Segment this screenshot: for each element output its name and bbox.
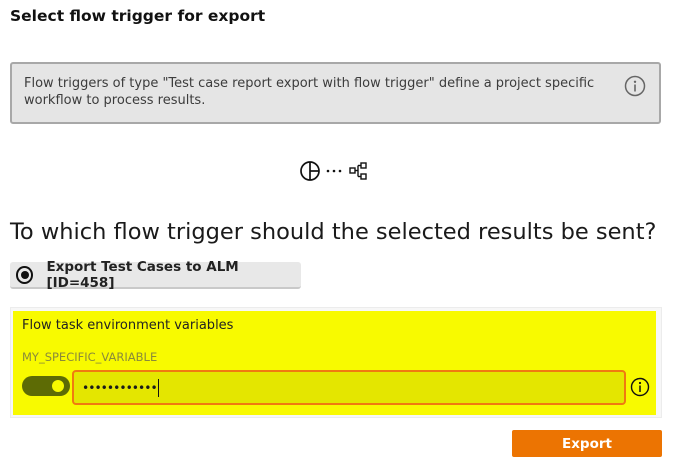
radio-dot <box>20 270 29 279</box>
report-icon <box>300 161 320 181</box>
variable-value-input[interactable]: •••••••••••• <box>72 370 626 405</box>
toggle-knob <box>52 380 64 392</box>
info-box: Flow triggers of type "Test case report … <box>10 62 661 124</box>
radio-selected-icon[interactable] <box>16 265 34 284</box>
info-text: Flow triggers of type "Test case report … <box>24 76 595 108</box>
trigger-option-export-alm[interactable]: Export Test Cases to ALM [ID=458] <box>10 258 301 291</box>
ellipsis-icon <box>326 169 342 173</box>
dialog-title: Select flow trigger for export <box>10 7 266 25</box>
variable-toggle[interactable] <box>22 376 70 396</box>
export-button[interactable]: Export <box>512 430 662 457</box>
info-icon[interactable] <box>624 75 646 97</box>
variable-value: •••••••••••• <box>82 380 158 395</box>
variable-name: MY_SPECIFIC_VARIABLE <box>22 350 158 364</box>
variable-info-icon[interactable] <box>630 377 650 397</box>
env-variables-title: Flow task environment variables <box>22 318 234 333</box>
flow-diagram-icons <box>300 161 367 181</box>
text-caret <box>157 378 159 397</box>
trigger-question: To which flow trigger should the selecte… <box>10 219 657 245</box>
flow-icon <box>349 162 367 180</box>
trigger-label: Export Test Cases to ALM [ID=458] <box>46 258 239 291</box>
